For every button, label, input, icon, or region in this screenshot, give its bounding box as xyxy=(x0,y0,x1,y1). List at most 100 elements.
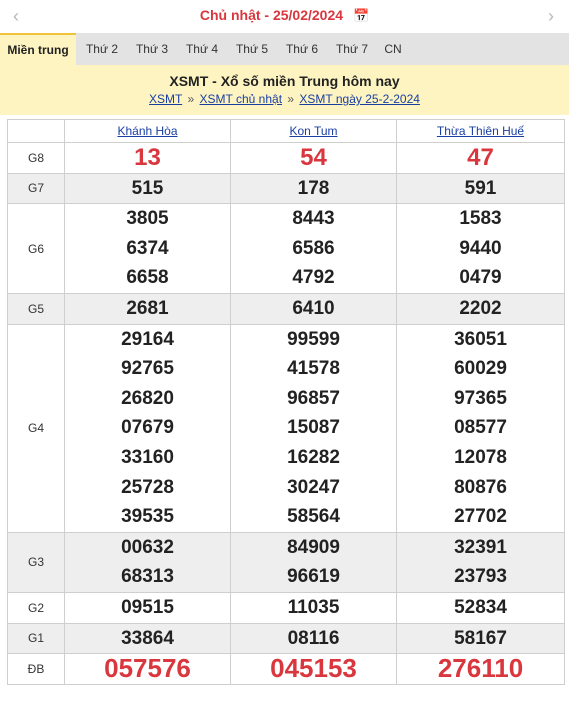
prize-label: G5 xyxy=(7,292,65,325)
prize-cell: 33864 xyxy=(64,622,231,655)
province-link-kon-tum[interactable]: Kon Tum xyxy=(289,124,337,138)
prize-number: 33864 xyxy=(121,627,174,649)
prize-cell: 32391 23793 xyxy=(396,531,565,593)
prize-label: G3 xyxy=(7,531,65,593)
tab-thu-4[interactable]: Thứ 4 xyxy=(178,33,226,65)
prize-cell: 178 xyxy=(230,172,397,205)
tab-mien-trung[interactable]: Miền trung xyxy=(0,33,76,65)
prize-row: G5 2681 6410 2202 xyxy=(7,292,565,325)
prize-number: 41578 xyxy=(287,358,340,380)
prize-cell: 13 xyxy=(64,142,231,174)
prize-number: 0479 xyxy=(459,267,502,289)
prize-row: ĐB 057576 045153 276110 xyxy=(7,653,565,685)
prize-number: 32391 xyxy=(454,536,507,558)
prize-number: 60029 xyxy=(454,358,507,380)
prize-cell: 11035 xyxy=(230,591,397,624)
tab-thu-5[interactable]: Thứ 5 xyxy=(228,33,276,65)
prize-cell: 057576 xyxy=(64,653,231,685)
prize-number: 92765 xyxy=(121,358,174,380)
prize-number: 6586 xyxy=(292,237,335,259)
breadcrumb-xsmt-chu-nhat-link[interactable]: XSMT chủ nhật xyxy=(200,92,283,106)
prize-number: 39535 xyxy=(121,506,174,528)
prize-number: 16282 xyxy=(287,446,340,468)
prize-number: 15087 xyxy=(287,417,340,439)
prize-number: 045153 xyxy=(270,653,357,684)
prize-number: 1583 xyxy=(459,208,502,230)
breadcrumb-separator: » xyxy=(287,92,295,106)
prize-number: 23793 xyxy=(454,566,507,588)
prize-cell: 591 xyxy=(396,172,565,205)
prize-row: G4 29164 92765 26820 07679 33160 25728 39535 995… xyxy=(7,323,565,533)
prize-cell: 3805 6374 6658 xyxy=(64,203,231,294)
prize-number: 00632 xyxy=(121,536,174,558)
province-header: Thừa Thiên Huế xyxy=(396,119,565,143)
calendar-icon[interactable]: 📅 xyxy=(353,8,369,24)
prize-cell: 47 xyxy=(396,142,565,174)
next-day-chevron-icon[interactable]: › xyxy=(541,6,561,26)
province-header: Khánh Hòa xyxy=(64,119,231,143)
prize-number: 58167 xyxy=(454,627,507,649)
tab-thu-6[interactable]: Thứ 6 xyxy=(278,33,326,65)
prize-row: G3 00632 68313 84909 96619 32391 23793 xyxy=(7,531,565,593)
prize-number: 515 xyxy=(131,177,164,199)
prize-row: G6 3805 6374 6658 8443 6586 4792 1583 9440 0479 xyxy=(7,203,565,294)
prize-number: 26820 xyxy=(121,387,174,409)
prize-cell: 045153 xyxy=(230,653,397,685)
results-header: XSMT - Xổ số miền Trung hôm nay XSMT » X… xyxy=(0,65,569,115)
prize-number: 52834 xyxy=(454,596,507,618)
prize-cell: 2202 xyxy=(396,292,565,325)
prize-number: 33160 xyxy=(121,446,174,468)
prize-number: 97365 xyxy=(454,387,507,409)
province-header-row: Khánh Hòa Kon Tum Thừa Thiên Huế xyxy=(7,119,565,143)
prize-label: G6 xyxy=(7,203,65,294)
breadcrumb-xsmt-ngay-link[interactable]: XSMT ngày 25-2-2024 xyxy=(299,92,420,106)
prize-cell: 6410 xyxy=(230,292,397,325)
tab-thu-7[interactable]: Thứ 7 xyxy=(328,33,376,65)
prize-number: 07679 xyxy=(121,417,174,439)
results-table: Khánh Hòa Kon Tum Thừa Thiên Huế G8 13 54 4… xyxy=(7,119,565,685)
prize-number: 84909 xyxy=(287,536,340,558)
prize-number: 6374 xyxy=(126,237,169,259)
prize-number: 9440 xyxy=(459,237,502,259)
prize-number: 54 xyxy=(300,144,327,171)
prize-number: 2681 xyxy=(126,297,169,319)
province-link-thua-thien-hue[interactable]: Thừa Thiên Huế xyxy=(437,124,524,138)
prize-cell: 515 xyxy=(64,172,231,205)
prize-label: ĐB xyxy=(7,653,65,685)
prize-label: G8 xyxy=(7,142,65,174)
prize-cell: 52834 xyxy=(396,591,565,624)
prize-number: 178 xyxy=(297,177,330,199)
province-header: Kon Tum xyxy=(230,119,397,143)
prize-number: 08116 xyxy=(287,627,340,649)
tab-thu-3[interactable]: Thứ 3 xyxy=(128,33,176,65)
prize-cell: 29164 92765 26820 07679 33160 25728 39535 xyxy=(64,323,231,533)
breadcrumb-xsmt-link[interactable]: XSMT xyxy=(149,92,182,106)
prize-label: G7 xyxy=(7,172,65,205)
corner-cell xyxy=(7,119,65,143)
prize-number: 99599 xyxy=(287,328,340,350)
province-link-khanh-hoa[interactable]: Khánh Hòa xyxy=(117,124,177,138)
tab-cn[interactable]: CN xyxy=(378,33,408,65)
prize-rows: G8 13 54 47 G7 515 178 591 G6 3805 6374 6658 8443 658… xyxy=(7,142,565,685)
region-day-tabs: Miền trung Thứ 2 Thứ 3 Thứ 4 Thứ 5 Thứ 6… xyxy=(0,33,569,65)
prize-number: 057576 xyxy=(104,653,191,684)
breadcrumb-separator: » xyxy=(187,92,195,106)
prize-cell: 08116 xyxy=(230,622,397,655)
prize-number: 09515 xyxy=(121,596,174,618)
prize-number: 591 xyxy=(464,177,497,199)
prize-number: 58564 xyxy=(287,506,340,528)
date-picker[interactable]: Chủ nhật - 25/02/2024 📅 xyxy=(0,7,569,24)
prize-label: G4 xyxy=(7,323,65,533)
prize-number: 36051 xyxy=(454,328,507,350)
day-name: Chủ nhật xyxy=(199,7,261,23)
prize-cell: 1583 9440 0479 xyxy=(396,203,565,294)
prize-cell: 99599 41578 96857 15087 16282 30247 58564 xyxy=(230,323,397,533)
prize-number: 96857 xyxy=(287,387,340,409)
tab-thu-2[interactable]: Thứ 2 xyxy=(78,33,126,65)
prize-number: 4792 xyxy=(292,267,335,289)
breadcrumb: XSMT » XSMT chủ nhật » XSMT ngày 25-2-20… xyxy=(0,92,569,106)
prize-number: 25728 xyxy=(121,476,174,498)
date-value: 25/02/2024 xyxy=(272,7,344,23)
prize-number: 13 xyxy=(134,144,161,171)
page-title: XSMT - Xổ số miền Trung hôm nay xyxy=(169,73,400,89)
